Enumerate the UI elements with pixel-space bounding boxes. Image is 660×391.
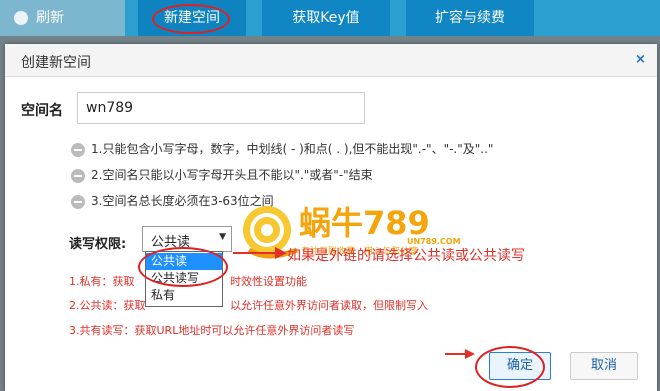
note-private-tail: 时效性设置功能: [230, 275, 307, 288]
note-private: 1.私有：获取: [69, 275, 135, 288]
dropdown-highlight-circle: [138, 247, 228, 287]
option-private[interactable]: 私有: [146, 287, 222, 304]
new-space-highlight-circle: [152, 4, 230, 34]
refresh-button[interactable]: 刷新: [0, 0, 125, 36]
renew-button[interactable]: 扩容与续费: [406, 0, 534, 36]
cancel-button[interactable]: 取消: [570, 352, 638, 380]
minus-circle-icon: [71, 142, 85, 157]
annotation-text: 如果是外链的请选择公共读或公共读写: [287, 248, 525, 264]
note-public-read: 2.公共读：获取: [69, 299, 146, 312]
dialog-header: 创建新空间 ×: [5, 44, 657, 77]
minus-circle-icon: [71, 168, 85, 183]
rule-text: 1.只能包含小写字母，数字，中划线( - )和点( . ),但不能出现".-"、…: [91, 142, 494, 156]
rule-text: 2.空间名只能以小写字母开头且不能以"."或者"-"结束: [91, 168, 373, 182]
space-name-label: 空间名: [21, 103, 63, 119]
rule-item: 2.空间名只能以小写字母开头且不能以"."或者"-"结束: [71, 166, 373, 186]
space-name-input[interactable]: [77, 92, 365, 124]
note-public-read-write: 3.共有读写：获取URL地址时可以允许任意外界访问者读写: [69, 324, 355, 337]
note-public-read-tail: 以允许任意外界访问者读取，但限制写入: [230, 299, 428, 312]
rule-item: 1.只能包含小写字母，数字，中划线( - )和点( . ),但不能出现".-"、…: [71, 140, 493, 160]
create-space-dialog: 创建新空间 × 空间名 1.只能包含小写字母，数字，中划线( - )和点( . …: [5, 44, 657, 391]
refresh-icon: [14, 11, 28, 25]
permission-label: 读写权限:: [69, 237, 127, 252]
minus-circle-icon: [71, 194, 85, 209]
confirm-highlight-circle: [475, 346, 545, 388]
chevron-down-icon: ▼: [219, 232, 226, 242]
get-key-button[interactable]: 获取Key值: [262, 0, 390, 36]
arrow-right-icon: [445, 349, 475, 359]
dialog-title: 创建新空间: [21, 55, 91, 71]
arrow-right-icon: [233, 247, 287, 259]
top-toolbar: 刷新 新建空间 获取Key值 扩容与续费: [0, 0, 660, 36]
refresh-label: 刷新: [36, 10, 64, 26]
close-icon[interactable]: ×: [635, 52, 646, 67]
